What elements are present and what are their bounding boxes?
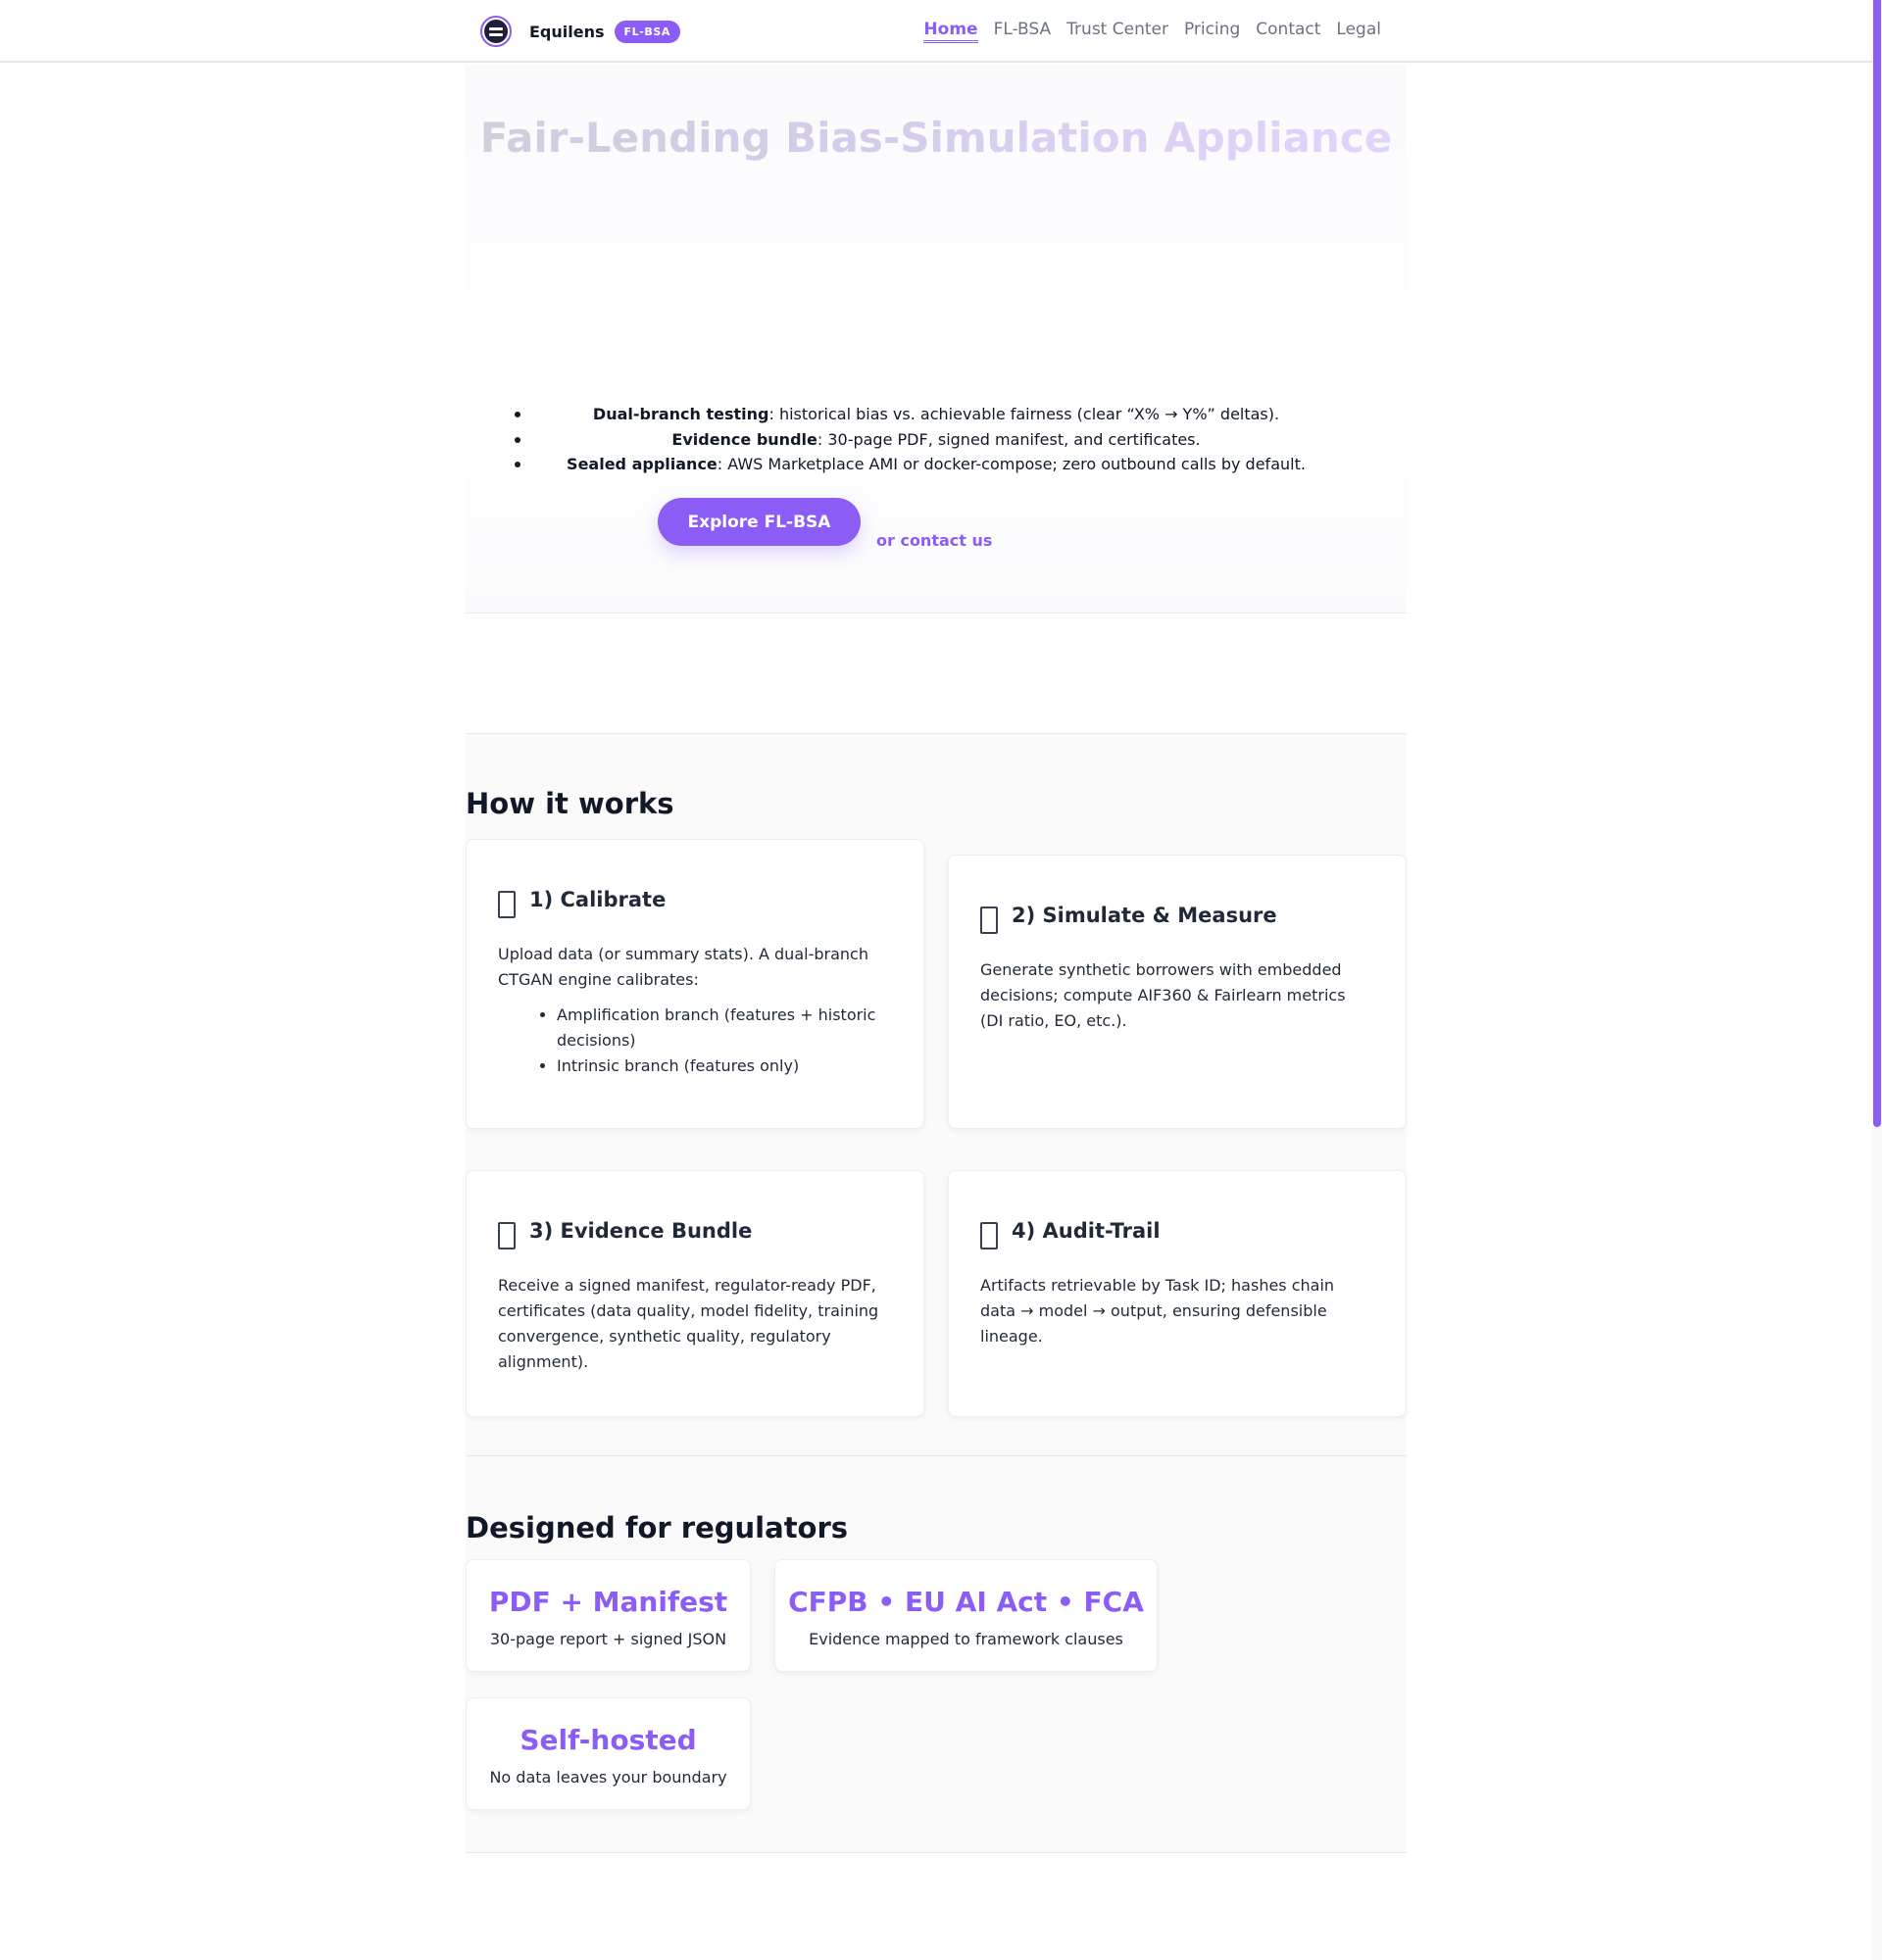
stat-card: Self-hosted No data leaves your boundary: [466, 1697, 751, 1810]
section-heading: How it works: [466, 787, 674, 820]
top-navbar: Equilens FL-BSA Home FL-BSA Trust Center…: [0, 0, 1872, 63]
step-body: Receive a signed manifest, regulator-rea…: [498, 1276, 879, 1371]
step-title: 4) Audit-Trail: [1012, 1219, 1161, 1243]
step-icon: [498, 891, 516, 918]
step-icon: [980, 906, 998, 934]
stat-title: PDF + Manifest: [488, 1586, 728, 1618]
stat-subtitle: 30-page report + signed JSON: [489, 1630, 727, 1648]
section-heading: Designed for regulators: [466, 1511, 849, 1544]
step-body: Upload data (or summary stats). A dual-b…: [498, 945, 868, 989]
nav-contact[interactable]: Contact: [1256, 20, 1320, 43]
step-bullet: Intrinsic branch (features only): [557, 1054, 895, 1079]
how-it-works-section: How it works 1) Calibrate Upload data (o…: [466, 733, 1407, 1456]
stat-card: CFPB • EU AI Act • FCA Evidence mapped t…: [774, 1559, 1158, 1672]
feature-text: : historical bias vs. achievable fairnes…: [768, 405, 1280, 423]
nav-legal[interactable]: Legal: [1336, 20, 1381, 43]
step-icon: [498, 1222, 516, 1250]
stat-subtitle: No data leaves your boundary: [489, 1768, 727, 1787]
stat-card: PDF + Manifest 30-page report + signed J…: [466, 1559, 751, 1672]
nav-home[interactable]: Home: [923, 20, 978, 43]
stat-title: CFPB • EU AI Act • FCA: [788, 1586, 1144, 1618]
step-title: 3) Evidence Bundle: [529, 1219, 753, 1243]
step-body: Generate synthetic borrowers with embedd…: [980, 960, 1346, 1030]
main-nav: Home FL-BSA Trust Center Pricing Contact…: [923, 20, 1381, 43]
step-bullets: Amplification branch (features + histori…: [557, 1003, 895, 1079]
hero-title: Fair-Lending Bias-Simulation Appliance: [466, 112, 1407, 166]
explore-fl-bsa-button[interactable]: Explore FL-BSA: [658, 498, 861, 546]
feature-text: : AWS Marketplace AMI or docker-compose;…: [717, 455, 1306, 473]
step-title: 2) Simulate & Measure: [1012, 904, 1277, 927]
nav-fl-bsa[interactable]: FL-BSA: [994, 20, 1052, 43]
step-card-audit-trail: 4) Audit-Trail Artifacts retrievable by …: [948, 1170, 1407, 1417]
stat-title: Self-hosted: [520, 1724, 697, 1756]
step-title: 1) Calibrate: [529, 888, 667, 911]
feature-bold: Dual-branch testing: [592, 405, 769, 423]
feature-bold: Evidence bundle: [671, 429, 817, 449]
step-card-calibrate: 1) Calibrate Upload data (or summary sta…: [466, 839, 924, 1129]
step-bullet: Amplification branch (features + histori…: [557, 1003, 895, 1054]
regulators-section: Designed for regulators PDF + Manifest 3…: [466, 1456, 1407, 1853]
logo-icon: [480, 16, 512, 47]
step-card-evidence: 3) Evidence Bundle Receive a signed mani…: [466, 1170, 924, 1417]
hero-feature-list: Dual-branch testing: historical bias vs.…: [515, 402, 1358, 477]
brand-name: Equilens: [529, 22, 605, 41]
page-scrollbar[interactable]: [1872, 0, 1882, 1960]
nav-trust-center[interactable]: Trust Center: [1066, 20, 1168, 43]
feature-bold: Sealed appliance: [567, 455, 718, 473]
step-icon: [980, 1222, 998, 1250]
step-body: Artifacts retrievable by Task ID; hashes…: [980, 1276, 1335, 1346]
nav-pricing[interactable]: Pricing: [1184, 20, 1240, 43]
contact-us-link[interactable]: or contact us: [876, 531, 992, 550]
step-card-simulate: 2) Simulate & Measure Generate synthetic…: [948, 855, 1407, 1129]
feature-text: : 30-page PDF, signed manifest, and cert…: [817, 429, 1201, 449]
brand[interactable]: Equilens FL-BSA: [480, 16, 681, 47]
hero-section: Fair-Lending Bias-Simulation Appliance D…: [466, 65, 1407, 613]
scrollbar-thumb[interactable]: [1873, 0, 1881, 1127]
hero-feature-item: Evidence bundle: 30-page PDF, signed man…: [515, 427, 1358, 453]
product-badge: FL-BSA: [614, 20, 681, 43]
hero-feature-item: Dual-branch testing: historical bias vs.…: [515, 402, 1358, 427]
hero-feature-item: Sealed appliance: AWS Marketplace AMI or…: [515, 452, 1358, 477]
stat-subtitle: Evidence mapped to framework clauses: [809, 1630, 1123, 1648]
